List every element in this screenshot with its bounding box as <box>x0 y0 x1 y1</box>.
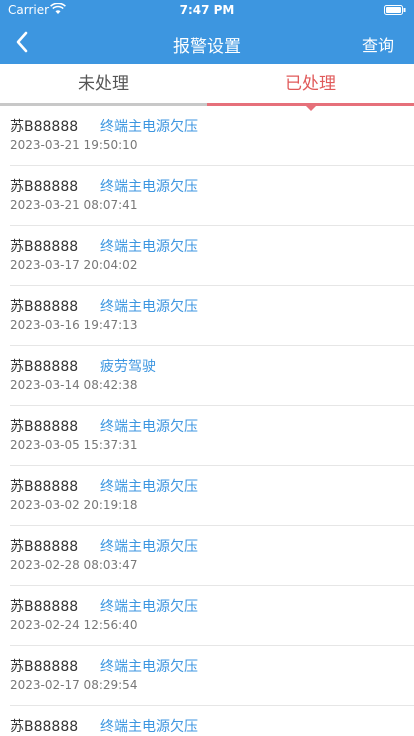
alarm-time: 2023-03-21 08:07:41 <box>10 198 138 212</box>
plate-number: 苏B88888 <box>10 359 79 375</box>
alarm-time: 2023-03-16 19:47:13 <box>10 318 138 332</box>
alarm-type: 终端主电源欠压 <box>100 419 198 435</box>
alarm-type: 终端主电源欠压 <box>100 659 198 675</box>
plate-number: 苏B88888 <box>10 539 79 555</box>
alarm-time: 2023-02-17 08:29:54 <box>10 678 138 692</box>
plate-number: 苏B88888 <box>10 479 79 495</box>
tab-unprocessed[interactable]: 未处理 <box>0 64 207 106</box>
alarm-type: 终端主电源欠压 <box>100 539 198 555</box>
plate-number: 苏B88888 <box>10 599 79 615</box>
list-item[interactable]: 苏B88888 终端主电源欠压 2023-03-17 20:04:02 <box>10 226 414 286</box>
plate-number: 苏B88888 <box>10 659 79 675</box>
alarm-time: 2023-03-17 20:04:02 <box>10 258 138 272</box>
plate-number: 苏B88888 <box>10 119 79 135</box>
alarm-type: 疲劳驾驶 <box>100 359 156 375</box>
alarm-time: 2023-03-14 08:42:38 <box>10 378 138 392</box>
battery-icon <box>384 5 406 15</box>
plate-number: 苏B88888 <box>10 719 79 735</box>
tab-processed[interactable]: 已处理 <box>207 64 414 111</box>
list-item[interactable]: 苏B88888 终端主电源欠压 2023-03-05 15:37:31 <box>10 406 414 466</box>
page-title: 报警设置 <box>173 37 241 57</box>
query-button[interactable]: 查询 <box>362 32 394 56</box>
status-bar: Carrier 7:47 PM <box>0 0 414 20</box>
alarm-time: 2023-02-24 12:56:40 <box>10 618 138 632</box>
list-item[interactable]: 苏B88888 终端主电源欠压 2023-03-21 08:07:41 <box>10 166 414 226</box>
list-item[interactable]: 苏B88888 终端主电源欠压 2023-02-17 08:29:54 <box>10 646 414 706</box>
plate-number: 苏B88888 <box>10 419 79 435</box>
alarm-type: 终端主电源欠压 <box>100 119 198 135</box>
list-item[interactable]: 苏B88888 终端主电源欠压 2023-03-02 20:19:18 <box>10 466 414 526</box>
list-item[interactable]: 苏B88888 终端主电源欠压 <box>10 706 414 736</box>
list-item[interactable]: 苏B88888 终端主电源欠压 2023-02-24 12:56:40 <box>10 586 414 646</box>
nav-bar: 报警设置 查询 <box>0 20 414 64</box>
tab-label: 已处理 <box>285 74 336 94</box>
list-item[interactable]: 苏B88888 终端主电源欠压 2023-03-16 19:47:13 <box>10 286 414 346</box>
alarm-time: 2023-03-21 19:50:10 <box>10 138 138 152</box>
alarm-time: 2023-03-05 15:37:31 <box>10 438 138 452</box>
tab-label: 未处理 <box>78 74 129 94</box>
alarm-list: 苏B88888 终端主电源欠压 2023-03-21 19:50:10 苏B88… <box>0 106 414 736</box>
clock: 7:47 PM <box>179 3 235 17</box>
alarm-type: 终端主电源欠压 <box>100 179 198 195</box>
alarm-time: 2023-02-28 08:03:47 <box>10 558 138 572</box>
alarm-time: 2023-03-02 20:19:18 <box>10 498 138 512</box>
plate-number: 苏B88888 <box>10 299 79 315</box>
tab-bar: 未处理 已处理 <box>0 64 414 111</box>
plate-number: 苏B88888 <box>10 239 79 255</box>
alarm-type: 终端主电源欠压 <box>100 299 198 315</box>
plate-number: 苏B88888 <box>10 179 79 195</box>
alarm-type: 终端主电源欠压 <box>100 239 198 255</box>
alarm-type: 终端主电源欠压 <box>100 479 198 495</box>
list-item[interactable]: 苏B88888 疲劳驾驶 2023-03-14 08:42:38 <box>10 346 414 406</box>
alarm-type: 终端主电源欠压 <box>100 719 198 735</box>
list-item[interactable]: 苏B88888 终端主电源欠压 2023-02-28 08:03:47 <box>10 526 414 586</box>
list-item[interactable]: 苏B88888 终端主电源欠压 2023-03-21 19:50:10 <box>10 106 414 166</box>
alarm-type: 终端主电源欠压 <box>100 599 198 615</box>
